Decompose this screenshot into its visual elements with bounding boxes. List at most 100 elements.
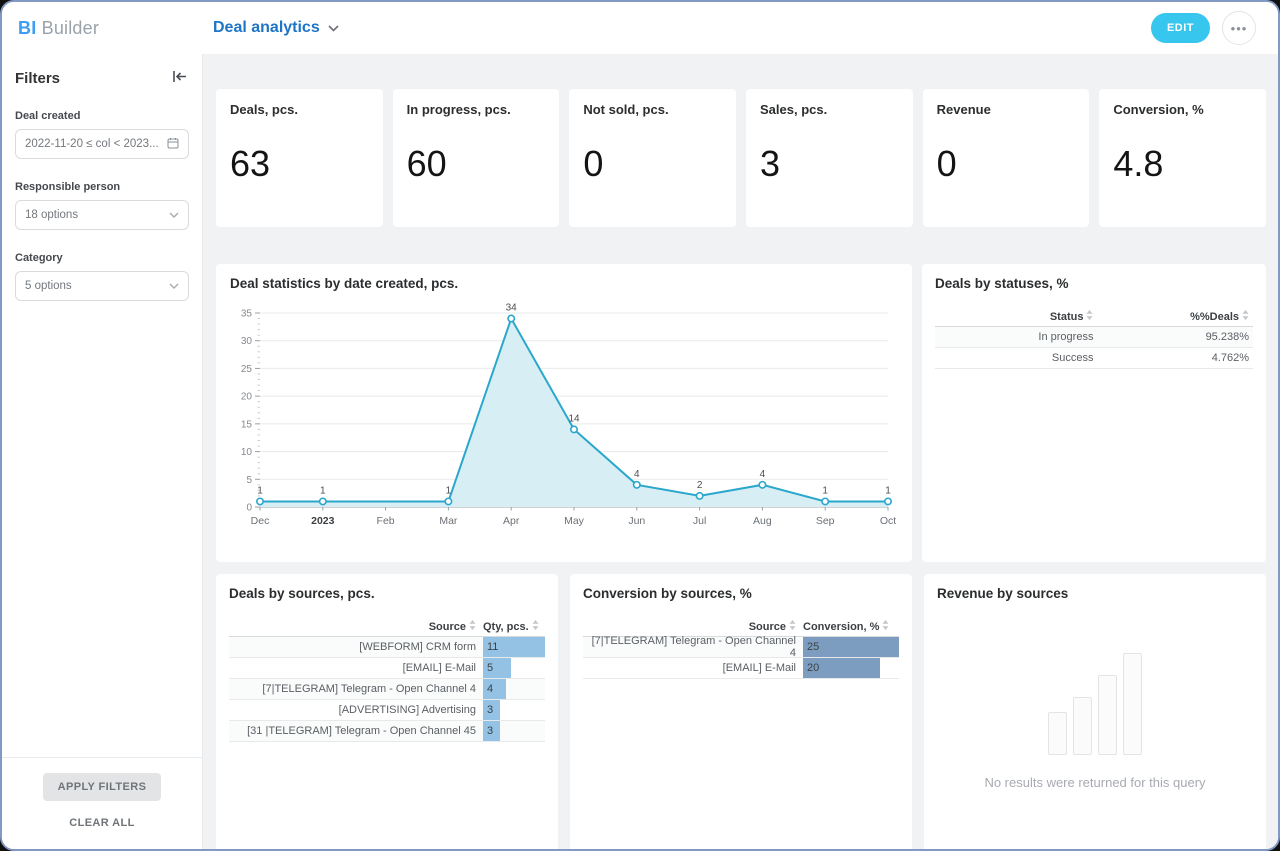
column-label: Qty, pcs. xyxy=(483,621,529,633)
conversion-by-sources-card: Conversion by sources, % Source Conversi… xyxy=(570,574,912,849)
svg-text:Mar: Mar xyxy=(439,515,458,527)
chart-title: Deal statistics by date created, pcs. xyxy=(230,276,898,291)
kpi-label: Conversion, % xyxy=(1113,102,1252,117)
table-body: In progress 95.238% Success 4.762% xyxy=(935,327,1253,369)
sort-icon xyxy=(1086,310,1093,323)
filter-label: Responsible person xyxy=(15,181,189,193)
calendar-icon xyxy=(167,137,179,152)
svg-text:Sep: Sep xyxy=(816,515,835,527)
sort-icon xyxy=(469,620,476,633)
column-label: Conversion, % xyxy=(803,621,879,633)
conversion-table: Source Conversion, % [7|TELEGRAM] Telegr… xyxy=(583,617,899,679)
chevron-down-icon xyxy=(328,19,339,37)
filter-group-category: Category 5 options xyxy=(15,252,189,301)
svg-text:4: 4 xyxy=(760,469,766,480)
table-row: Success 4.762% xyxy=(935,348,1253,369)
chevron-down-icon xyxy=(169,209,179,221)
chevron-down-icon xyxy=(169,280,179,292)
deal-created-date-input[interactable]: 2022-11-20 ≤ col < 2023... xyxy=(15,129,189,159)
table-row: [ADVERTISING] Advertising 3 xyxy=(229,700,545,721)
sort-icon xyxy=(789,620,796,633)
app-window: BI Builder Deal analytics EDIT ••• Filte… xyxy=(0,0,1280,851)
kpi-label: Deals, pcs. xyxy=(230,102,369,117)
table-header-row: Source Conversion, % xyxy=(583,617,899,637)
value-bar: 5 xyxy=(483,658,511,678)
apply-filters-button[interactable]: APPLY FILTERS xyxy=(43,773,162,801)
table-title: Conversion by sources, % xyxy=(583,586,899,601)
kpi-label: In progress, pcs. xyxy=(407,102,546,117)
responsible-person-select[interactable]: 18 options xyxy=(15,200,189,230)
column-label: %%Deals xyxy=(1190,311,1239,323)
column-label: Source xyxy=(749,621,786,633)
bar-value: 4 xyxy=(483,683,493,695)
value-bar: 4 xyxy=(483,679,506,699)
collapse-sidebar-button[interactable] xyxy=(170,68,189,88)
bar-value: 5 xyxy=(483,662,493,674)
table-title: Deals by sources, pcs. xyxy=(229,586,545,601)
svg-text:10: 10 xyxy=(241,447,253,458)
bar-value: 3 xyxy=(483,725,493,737)
app-logo: BI Builder xyxy=(2,18,203,39)
filter-group-deal-created: Deal created 2022-11-20 ≤ col < 2023... xyxy=(15,110,189,159)
more-menu-button[interactable]: ••• xyxy=(1222,11,1256,45)
edit-button[interactable]: EDIT xyxy=(1151,13,1210,43)
ellipsis-icon: ••• xyxy=(1231,21,1248,36)
svg-text:Feb: Feb xyxy=(377,515,395,527)
dashboard-main: Deals, pcs. 63 In progress, pcs. 60 Not … xyxy=(203,54,1278,849)
bar-value: 3 xyxy=(483,704,493,716)
column-header-pct-deals[interactable]: %%Deals xyxy=(1119,310,1253,323)
table-row: In progress 95.238% xyxy=(935,327,1253,348)
source-cell: [ADVERTISING] Advertising xyxy=(229,700,483,720)
bar-cell: 5 xyxy=(483,658,545,678)
column-header-source[interactable]: Source xyxy=(229,620,483,633)
kpi-card: Sales, pcs. 3 xyxy=(746,89,913,227)
category-select[interactable]: 5 options xyxy=(15,271,189,301)
line-chart: 05101520253035Dec2023FebMarAprMayJunJulA… xyxy=(230,297,898,544)
table-row: [31 |TELEGRAM] Telegram - Open Channel 4… xyxy=(229,721,545,742)
source-cell: [7|TELEGRAM] Telegram - Open Channel 4 xyxy=(583,637,803,657)
clear-all-button[interactable]: CLEAR ALL xyxy=(69,817,135,829)
table-row: [7|TELEGRAM] Telegram - Open Channel 4 4 xyxy=(229,679,545,700)
filter-group-responsible-person: Responsible person 18 options xyxy=(15,181,189,230)
source-cell: [7|TELEGRAM] Telegram - Open Channel 4 xyxy=(229,679,483,699)
kpi-label: Revenue xyxy=(937,102,1076,117)
kpi-value: 63 xyxy=(230,143,369,185)
sort-icon xyxy=(1242,310,1249,323)
filters-title: Filters xyxy=(15,70,60,87)
svg-text:34: 34 xyxy=(506,303,518,314)
column-header-status[interactable]: Status xyxy=(935,310,1119,323)
svg-text:35: 35 xyxy=(241,309,253,320)
source-cell: [EMAIL] E-Mail xyxy=(229,658,483,678)
column-header-source[interactable]: Source xyxy=(583,620,803,633)
card-title: Revenue by sources xyxy=(937,586,1253,601)
value-bar: 3 xyxy=(483,700,500,720)
kpi-label: Not sold, pcs. xyxy=(583,102,722,117)
dashboard-title-dropdown[interactable]: Deal analytics xyxy=(213,19,339,37)
svg-text:1: 1 xyxy=(446,485,452,496)
deals-by-sources-card: Deals by sources, pcs. Source Qty, pcs. xyxy=(216,574,558,849)
svg-text:5: 5 xyxy=(246,475,252,486)
source-cell: [WEBFORM] CRM form xyxy=(229,637,483,657)
logo-primary: BI xyxy=(18,18,36,38)
value-bar: 25 xyxy=(803,637,899,657)
svg-text:1: 1 xyxy=(257,485,263,496)
svg-text:1: 1 xyxy=(822,485,828,496)
table-header-row: Status %%Deals xyxy=(935,307,1253,327)
bar-cell: 25 xyxy=(803,637,899,657)
table-title: Deals by statuses, % xyxy=(935,276,1253,291)
sort-icon xyxy=(882,620,889,633)
column-header-conversion[interactable]: Conversion, % xyxy=(803,620,899,633)
svg-text:30: 30 xyxy=(241,336,253,347)
kpi-value: 4.8 xyxy=(1113,143,1252,185)
kpi-value: 0 xyxy=(937,143,1076,185)
kpi-value: 60 xyxy=(407,143,546,185)
topbar-actions: EDIT ••• xyxy=(1151,11,1278,45)
content: Filters Deal created 2022-11-20 ≤ col < … xyxy=(2,54,1278,849)
dashboard-title: Deal analytics xyxy=(213,19,320,37)
deals-by-statuses-card: Deals by statuses, % Status %%Deals xyxy=(922,264,1266,562)
filters-sidebar: Filters Deal created 2022-11-20 ≤ col < … xyxy=(2,54,203,849)
column-header-qty[interactable]: Qty, pcs. xyxy=(483,620,545,633)
kpi-value: 3 xyxy=(760,143,899,185)
table-row: [EMAIL] E-Mail 20 xyxy=(583,658,899,679)
bar-cell: 3 xyxy=(483,721,545,741)
